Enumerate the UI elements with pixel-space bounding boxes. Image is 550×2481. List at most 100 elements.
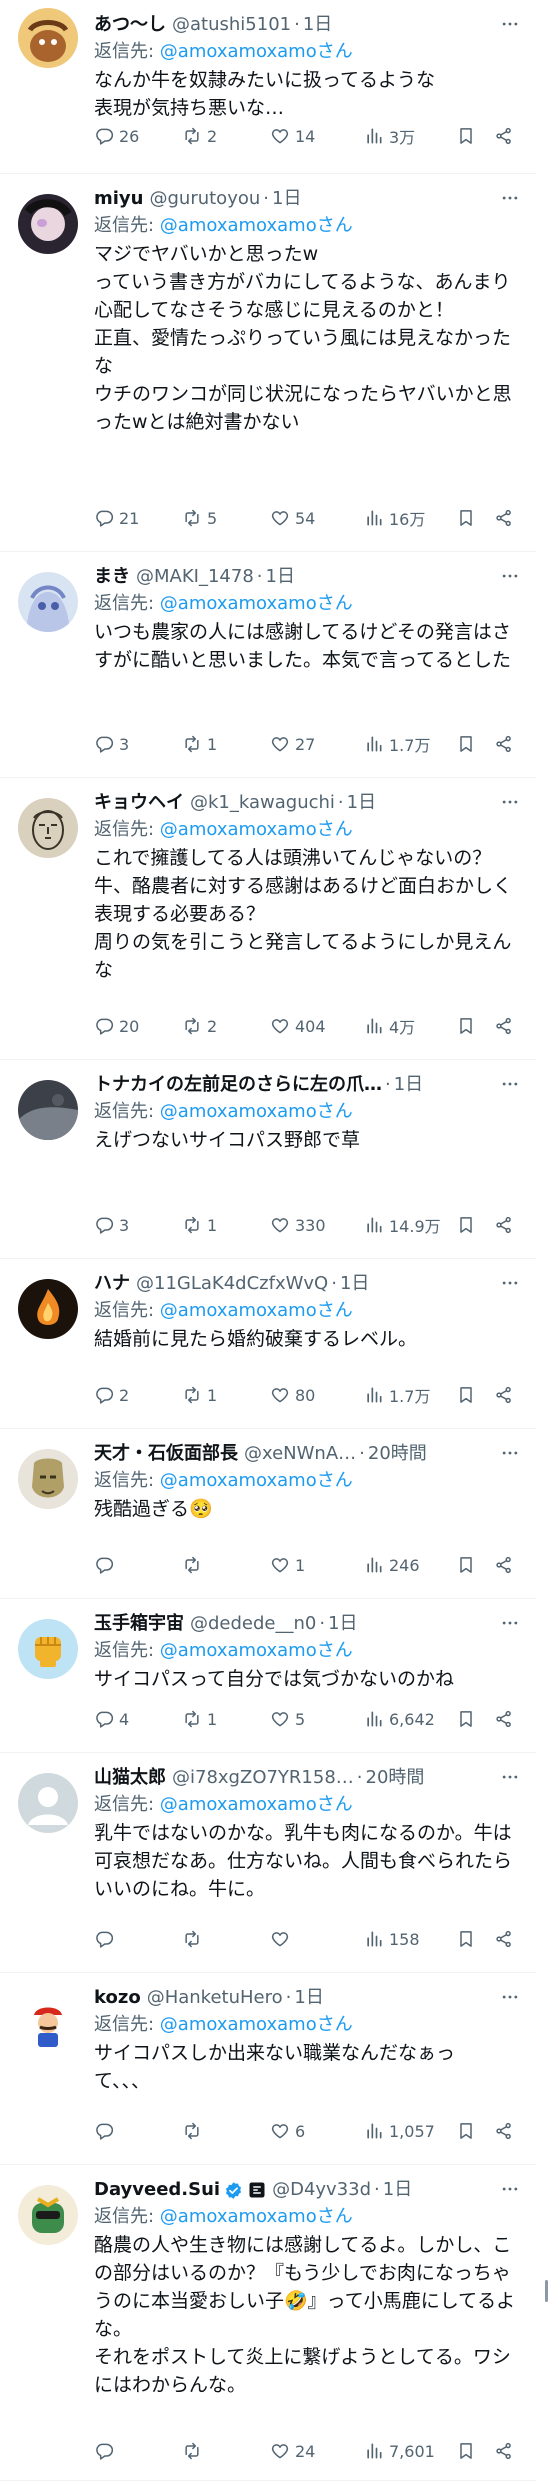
timestamp[interactable]: 1日: [266, 564, 295, 590]
reply-tweet[interactable]: Dayveed.Sui @D4yv33d · 1日 返信先: @amoxamoxamoさ…: [0, 2165, 536, 2481]
more-options-button[interactable]: [498, 1985, 522, 2009]
share-button[interactable]: [494, 123, 514, 149]
more-options-button[interactable]: [498, 1271, 522, 1295]
user-handle[interactable]: @i78xgZO7YR158…: [172, 1765, 354, 1791]
bookmark-button[interactable]: [456, 1382, 476, 1408]
display-name[interactable]: まき: [94, 564, 130, 590]
views-button[interactable]: 1.7万: [364, 1382, 430, 1408]
like-button[interactable]: 6: [270, 2118, 305, 2144]
user-handle[interactable]: @D4yv33d: [272, 2177, 371, 2203]
reply-button[interactable]: [94, 2118, 119, 2144]
retweet-button[interactable]: [182, 2118, 207, 2144]
mention-suffix[interactable]: さん: [317, 2206, 353, 2227]
mention-suffix[interactable]: さん: [317, 1300, 353, 1321]
reply-button[interactable]: [94, 1926, 119, 1952]
user-handle[interactable]: @HanketuHero: [147, 1985, 283, 2011]
more-options-button[interactable]: [498, 790, 522, 814]
reply-tweet[interactable]: ハナ @11GLaK4dCzfxWvQ · 1日 返信先: @amoxamoxamoさん…: [0, 1259, 536, 1429]
reply-tweet[interactable]: 天才・石仮面部長 @xeNWnA… · 20時間 返信先: @amoxamoxamoさん…: [0, 1429, 536, 1599]
reply-tweet[interactable]: まき @MAKI_1478 · 1日 返信先: @amoxamoxamoさん いつも農家の…: [0, 552, 536, 778]
reply-button[interactable]: 26: [94, 123, 139, 149]
display-name[interactable]: ハナ: [94, 1271, 130, 1297]
like-button[interactable]: 27: [270, 731, 315, 757]
mention-suffix[interactable]: さん: [317, 41, 353, 62]
display-name[interactable]: 玉手箱宇宙: [94, 1611, 184, 1637]
user-handle[interactable]: @dedede__n0: [190, 1611, 316, 1637]
reply-tweet[interactable]: kozo @HanketuHero · 1日 返信先: @amoxamoxamoさん サイ…: [0, 1973, 536, 2165]
avatar[interactable]: [18, 798, 78, 858]
timestamp[interactable]: 1日: [328, 1611, 357, 1637]
like-button[interactable]: [270, 1926, 295, 1952]
retweet-button[interactable]: 1: [182, 1382, 217, 1408]
bookmark-button[interactable]: [456, 1926, 476, 1952]
reply-tweet[interactable]: miyu @gurutoyou · 1日 返信先: @amoxamoxamoさん マジでヤ…: [0, 174, 536, 552]
bookmark-button[interactable]: [456, 123, 476, 149]
retweet-button[interactable]: 2: [182, 1013, 217, 1039]
display-name[interactable]: 天才・石仮面部長: [94, 1441, 238, 1467]
display-name[interactable]: キョウヘイ: [94, 790, 184, 816]
mention-suffix[interactable]: さん: [317, 1101, 353, 1122]
user-handle[interactable]: @k1_kawaguchi: [190, 790, 335, 816]
mention-link[interactable]: @amoxamoxamo: [160, 2206, 317, 2227]
share-button[interactable]: [494, 2438, 514, 2464]
more-options-button[interactable]: [498, 186, 522, 210]
user-handle[interactable]: @atushi5101: [172, 12, 291, 38]
reply-button[interactable]: 3: [94, 1212, 129, 1238]
reply-button[interactable]: 2: [94, 1382, 129, 1408]
more-options-button[interactable]: [498, 2177, 522, 2201]
retweet-button[interactable]: 1: [182, 731, 217, 757]
mention-suffix[interactable]: さん: [317, 2014, 353, 2035]
retweet-button[interactable]: [182, 1926, 207, 1952]
views-button[interactable]: 16万: [364, 505, 425, 531]
avatar[interactable]: [18, 1993, 78, 2053]
mention-link[interactable]: @amoxamoxamo: [160, 593, 317, 614]
bookmark-button[interactable]: [456, 731, 476, 757]
retweet-button[interactable]: [182, 1552, 207, 1578]
display-name[interactable]: miyu: [94, 186, 143, 212]
user-handle[interactable]: @MAKI_1478: [136, 564, 254, 590]
share-button[interactable]: [494, 1706, 514, 1732]
views-button[interactable]: 3万: [364, 123, 415, 149]
timestamp[interactable]: 1日: [394, 1072, 423, 1098]
avatar[interactable]: [18, 194, 78, 254]
like-button[interactable]: 80: [270, 1382, 315, 1408]
more-options-button[interactable]: [498, 564, 522, 588]
views-button[interactable]: 1.7万: [364, 731, 430, 757]
share-button[interactable]: [494, 1212, 514, 1238]
bookmark-button[interactable]: [456, 1706, 476, 1732]
more-options-button[interactable]: [498, 1611, 522, 1635]
more-options-button[interactable]: [498, 12, 522, 36]
retweet-button[interactable]: 1: [182, 1212, 217, 1238]
mention-link[interactable]: @amoxamoxamo: [160, 41, 317, 62]
timestamp[interactable]: 20時間: [368, 1441, 427, 1467]
reply-button[interactable]: 21: [94, 505, 139, 531]
reply-button[interactable]: [94, 1552, 119, 1578]
more-options-button[interactable]: [498, 1441, 522, 1465]
retweet-button[interactable]: 1: [182, 1706, 217, 1732]
scrollbar-thumb[interactable]: [545, 2280, 548, 2302]
avatar[interactable]: [18, 8, 78, 68]
views-button[interactable]: 14.9万: [364, 1212, 441, 1238]
timestamp[interactable]: 1日: [383, 2177, 412, 2203]
avatar[interactable]: [18, 1619, 78, 1679]
reply-tweet[interactable]: トナカイの左前足のさらに左の爪… · 1日 返信先: @amoxamoxamoさん えげ…: [0, 1060, 536, 1259]
retweet-button[interactable]: [182, 2438, 207, 2464]
display-name[interactable]: 山猫太郎: [94, 1765, 166, 1791]
more-options-button[interactable]: [498, 1765, 522, 1789]
user-handle[interactable]: @11GLaK4dCzfxWvQ: [136, 1271, 328, 1297]
mention-link[interactable]: @amoxamoxamo: [160, 2014, 317, 2035]
share-button[interactable]: [494, 2118, 514, 2144]
like-button[interactable]: 5: [270, 1706, 305, 1732]
avatar[interactable]: [18, 1279, 78, 1339]
share-button[interactable]: [494, 1382, 514, 1408]
views-button[interactable]: 6,642: [364, 1706, 435, 1732]
mention-link[interactable]: @amoxamoxamo: [160, 819, 317, 840]
avatar[interactable]: [18, 572, 78, 632]
mention-link[interactable]: @amoxamoxamo: [160, 215, 317, 236]
bookmark-button[interactable]: [456, 1212, 476, 1238]
mention-link[interactable]: @amoxamoxamo: [160, 1640, 317, 1661]
timestamp[interactable]: 20時間: [366, 1765, 425, 1791]
timestamp[interactable]: 1日: [340, 1271, 369, 1297]
views-button[interactable]: 7,601: [364, 2438, 435, 2464]
mention-suffix[interactable]: さん: [317, 1794, 353, 1815]
